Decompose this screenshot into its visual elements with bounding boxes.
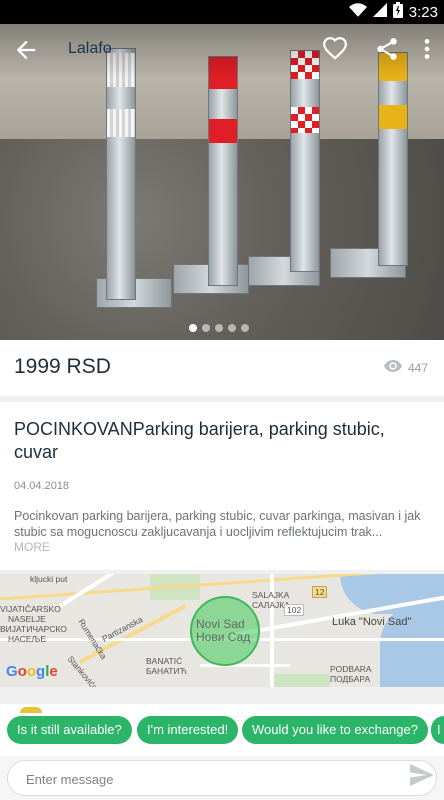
bollard — [290, 50, 320, 272]
map-label: ПОДБАРА — [330, 674, 371, 684]
screen: Lalafo 3:23 1999 RSD 447 POCINKOVANParki… — [0, 0, 444, 800]
view-count: 447 — [407, 360, 428, 375]
map-label: PODBARA — [330, 664, 372, 674]
battery-icon — [392, 2, 403, 22]
map-label: VIJATIČARSKO — [0, 604, 61, 614]
back-arrow-icon[interactable] — [12, 36, 40, 64]
quick-reply-chip[interactable]: Is it still available? — [7, 716, 132, 744]
quick-reply-chip[interactable]: I — [431, 716, 444, 744]
bollard — [378, 52, 408, 266]
price: 1999 RSD — [14, 355, 111, 378]
clock: 3:23 — [408, 3, 438, 21]
listing-description: Pocinkovan parking barijera, parking stu… — [14, 509, 421, 539]
send-icon[interactable] — [410, 764, 434, 786]
wifi-icon — [348, 3, 367, 21]
map-label: BANATIĆ — [146, 656, 183, 666]
quick-reply-chip[interactable]: I'm interested! — [137, 716, 239, 744]
price-card: 1999 RSD 447 — [0, 340, 444, 396]
toolbar: Lalafo — [0, 24, 444, 78]
bollard — [106, 48, 136, 300]
map-city-label: Novi Sad Нови Сад — [196, 618, 250, 644]
status-bar: 3:23 — [0, 0, 444, 24]
heart-icon[interactable] — [322, 36, 348, 62]
more-link[interactable]: MORE — [14, 540, 50, 554]
share-icon[interactable] — [374, 36, 400, 62]
map-city-cyrillic: Нови Сад — [196, 630, 251, 644]
view-counter: 447 — [383, 360, 428, 375]
map-label: НАСЕЉЕ — [8, 634, 47, 644]
app-title: Lalafo — [68, 40, 112, 57]
pager-dot[interactable] — [215, 324, 223, 332]
map-label: SALAJKA — [252, 590, 290, 600]
message-field — [7, 760, 437, 796]
map-park — [270, 674, 330, 687]
map-road-shield: 102 — [284, 604, 305, 616]
map-label: БАНАТИЋ — [146, 666, 187, 676]
gallery-pager — [189, 324, 249, 332]
message-composer — [0, 756, 444, 800]
more-vert-icon[interactable] — [418, 36, 436, 62]
message-input[interactable] — [26, 768, 396, 790]
avatar — [20, 707, 42, 713]
map-road — [200, 664, 290, 667]
pager-dot[interactable] — [202, 324, 210, 332]
bollard — [208, 56, 238, 286]
quick-reply-chip[interactable]: Would you like to exchange? — [242, 716, 428, 744]
pager-dot[interactable] — [189, 324, 197, 332]
map-label: Luka "Novi Sad" — [332, 616, 412, 628]
listing-title: POCINKOVANParking barijera, parking stub… — [14, 419, 385, 462]
map-road-shield: 12 — [312, 586, 328, 598]
location-map[interactable]: kljucki put VIJATIČARSKO NASELJE ВИЈАТИЧ… — [0, 574, 444, 687]
map-label: NASELJE — [8, 614, 46, 624]
eye-icon — [383, 360, 402, 375]
pager-dot[interactable] — [228, 324, 236, 332]
listing-date: 04.04.2018 — [14, 480, 70, 492]
map-label: ВИЈАТИЧАРСКО — [0, 624, 67, 634]
quick-replies: Is it still available? I'm interested! W… — [0, 704, 444, 756]
map-label: kljucki put — [30, 574, 68, 584]
pager-dot[interactable] — [241, 324, 249, 332]
details-card: POCINKOVANParking barijera, parking stub… — [0, 402, 444, 570]
signal-icon — [372, 3, 387, 21]
google-logo: Google — [6, 663, 58, 680]
